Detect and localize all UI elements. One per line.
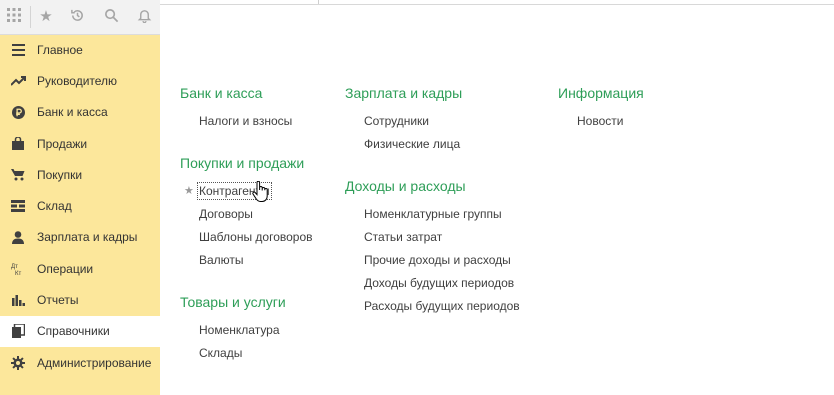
nav-item-label: Покупки (37, 167, 83, 182)
gear-icon (10, 355, 26, 371)
warehouse-icon (10, 198, 26, 214)
link-nomenclature-groups[interactable]: Номенклатурные группы (364, 207, 502, 221)
content-header-strip (160, 0, 834, 5)
trend-up-icon (10, 73, 26, 89)
link-warehouses[interactable]: Склады (199, 346, 242, 360)
ruble-coin-icon (10, 104, 26, 120)
nav-item-administration[interactable]: Администрирование (0, 347, 160, 378)
star-icon[interactable]: ★ (37, 8, 55, 26)
link-contract-templates[interactable]: Шаблоны договоров (199, 230, 313, 244)
nav-item-main[interactable]: Главное (0, 34, 160, 65)
nav-item-label: Справочники (37, 324, 110, 339)
link-individuals[interactable]: Физические лица (364, 137, 460, 151)
section-title-purchases-sales: Покупки и продажи (180, 155, 305, 171)
link-other-income-expenses[interactable]: Прочие доходы и расходы (364, 253, 511, 267)
hand-cursor-icon (252, 181, 268, 202)
link-employees[interactable]: Сотрудники (364, 114, 429, 128)
nav-item-label: Банк и касса (37, 105, 108, 120)
nav-item-manager[interactable]: Руководителю (0, 65, 160, 96)
link-cost-items[interactable]: Статьи затрат (364, 230, 442, 244)
bar-chart-icon (10, 292, 26, 308)
nav-item-warehouse[interactable]: Склад (0, 190, 160, 221)
link-nomenclature[interactable]: Номенклатура (199, 323, 280, 337)
section-title-goods: Товары и услуги (180, 294, 286, 310)
link-contracts[interactable]: Договоры (199, 207, 253, 221)
link-deferred-income[interactable]: Доходы будущих периодов (364, 276, 514, 290)
link-news[interactable]: Новости (577, 114, 623, 128)
nav-item-bank[interactable]: Банк и касса (0, 97, 160, 128)
nav-item-label: Склад (37, 199, 72, 214)
link-currencies[interactable]: Валюты (199, 253, 244, 267)
link-deferred-expenses[interactable]: Расходы будущих периодов (364, 299, 520, 313)
books-icon (10, 323, 26, 339)
favorite-star-icon[interactable]: ★ (184, 184, 194, 197)
section-title-information: Информация (558, 85, 644, 101)
nav-item-operations[interactable]: Дт Кт Операции (0, 253, 160, 284)
menu-lines-icon (10, 42, 26, 58)
nav-item-label: Операции (37, 261, 94, 276)
nav-item-sales[interactable]: Продажи (0, 128, 160, 159)
section-title-salary: Зарплата и кадры (345, 85, 463, 101)
bell-icon[interactable] (135, 8, 153, 26)
nav-item-label: Продажи (37, 136, 88, 151)
shopping-bag-icon (10, 136, 26, 152)
nav-item-directories[interactable]: Справочники (0, 315, 160, 347)
person-icon (10, 229, 26, 245)
nav-item-reports[interactable]: Отчеты (0, 284, 160, 315)
sections-panel: ★ Главное Руководителю Банк и касса Прод… (0, 0, 160, 395)
history-icon[interactable] (68, 8, 86, 26)
toolbar-divider (30, 6, 31, 28)
nav-item-label: Руководителю (37, 73, 118, 88)
section-title-income-expenses: Доходы и расходы (345, 178, 466, 194)
top-toolbar: ★ (0, 0, 160, 35)
nav-item-label: Зарплата и кадры (37, 230, 138, 245)
section-title-bank: Банк и касса (180, 85, 263, 101)
nav-item-salary[interactable]: Зарплата и кадры (0, 222, 160, 253)
header-divider (318, 0, 319, 4)
nav-item-label: Главное (37, 42, 83, 57)
cart-icon (10, 167, 26, 183)
search-icon[interactable] (102, 8, 120, 26)
link-taxes[interactable]: Налоги и взносы (199, 114, 292, 128)
nav-item-purchases[interactable]: Покупки (0, 159, 160, 190)
nav-item-label: Администрирование (37, 355, 152, 370)
svg-text:Кт: Кт (15, 271, 21, 276)
svg-text:Дт: Дт (11, 264, 18, 270)
dt-kt-icon: Дт Кт (10, 261, 26, 277)
nav-item-label: Отчеты (37, 293, 79, 308)
sections-nav: Главное Руководителю Банк и касса Продаж… (0, 34, 160, 378)
apps-grid-icon[interactable] (5, 8, 23, 26)
